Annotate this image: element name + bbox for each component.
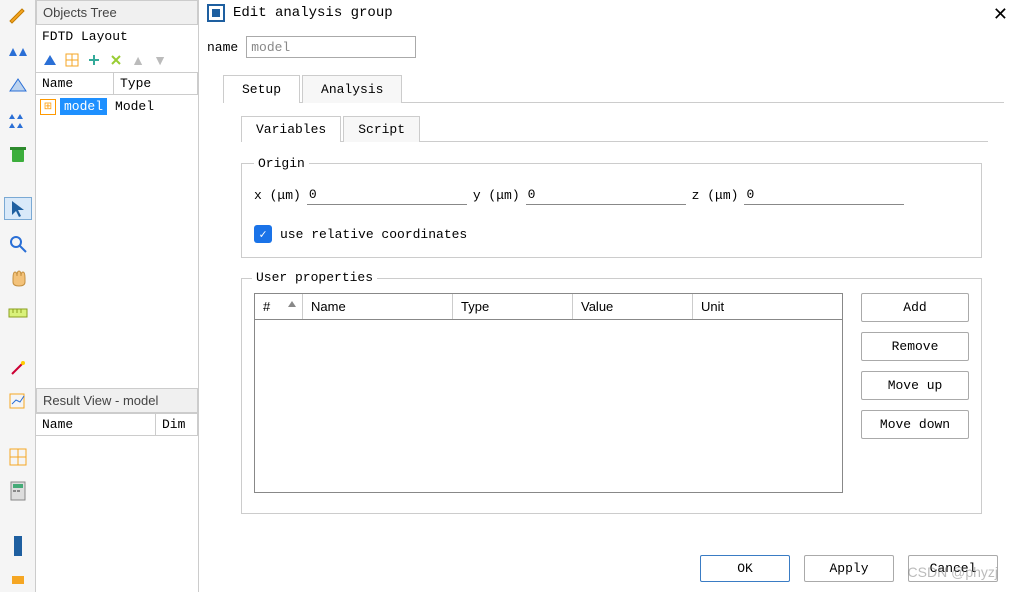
- bar-orange-icon[interactable]: [4, 569, 32, 592]
- tree-node-name: model: [60, 98, 107, 115]
- x-label: x (μm): [254, 188, 301, 203]
- zoom-icon[interactable]: [4, 232, 32, 255]
- x-input[interactable]: [307, 185, 467, 205]
- relative-coords-label: use relative coordinates: [280, 227, 467, 242]
- grid-orange-icon[interactable]: [4, 445, 32, 468]
- name-label: name: [207, 40, 238, 55]
- inner-tabs: Variables Script: [241, 115, 988, 142]
- ok-button[interactable]: OK: [700, 555, 790, 582]
- tab-setup[interactable]: Setup: [223, 75, 300, 103]
- userprops-buttons: Add Remove Move up Move down: [861, 293, 969, 493]
- wand-icon[interactable]: [4, 356, 32, 379]
- hand-icon[interactable]: [4, 267, 32, 290]
- tree-node-type: Model: [115, 99, 154, 114]
- z-input[interactable]: [744, 185, 904, 205]
- col-unit[interactable]: Unit: [693, 294, 842, 319]
- tab-variables[interactable]: Variables: [241, 116, 341, 142]
- dialog-icon: [207, 4, 225, 22]
- result-col-dim[interactable]: Dim: [156, 414, 198, 435]
- relative-coords-checkbox[interactable]: ✓: [254, 225, 272, 243]
- name-input[interactable]: [246, 36, 416, 58]
- result-view-title: Result View - model: [36, 388, 198, 413]
- tab-script[interactable]: Script: [343, 116, 420, 142]
- tree-col-type[interactable]: Type: [114, 73, 198, 94]
- mini-down-icon[interactable]: ▼: [150, 50, 170, 70]
- dialog-title-text: Edit analysis group: [233, 5, 393, 21]
- y-label: y (μm): [473, 188, 520, 203]
- pencil-icon[interactable]: [4, 4, 32, 27]
- objects-tree-title: Objects Tree: [36, 0, 198, 25]
- y-input[interactable]: [526, 185, 686, 205]
- chart-pencil-icon[interactable]: [4, 391, 32, 414]
- tree-col-name[interactable]: Name: [36, 73, 114, 94]
- fdtd-layout-label: FDTD Layout: [36, 25, 198, 48]
- add-button[interactable]: Add: [861, 293, 969, 322]
- bar-blue-icon[interactable]: [4, 534, 32, 557]
- left-panel: Objects Tree FDTD Layout ▲ ▼ Name Type ⊞…: [36, 0, 198, 592]
- tree-row-model[interactable]: ⊞ model Model: [36, 95, 198, 118]
- close-icon[interactable]: ✕: [993, 4, 1008, 25]
- main-tabs: Setup Analysis: [223, 74, 1004, 103]
- moveup-button[interactable]: Move up: [861, 371, 969, 400]
- apply-button[interactable]: Apply: [804, 555, 894, 582]
- origin-legend: Origin: [254, 156, 309, 171]
- col-type[interactable]: Type: [453, 294, 573, 319]
- trash-icon[interactable]: [4, 143, 32, 166]
- edit-analysis-dialog: Edit analysis group ✕ name Setup Analysi…: [198, 0, 1018, 592]
- tab-analysis[interactable]: Analysis: [302, 75, 402, 103]
- movedown-button[interactable]: Move down: [861, 410, 969, 439]
- mini-grid-icon[interactable]: [62, 50, 82, 70]
- mini-up-icon[interactable]: ▲: [128, 50, 148, 70]
- z-label: z (μm): [692, 188, 739, 203]
- tree-header: Name Type: [36, 72, 198, 95]
- col-name[interactable]: Name: [303, 294, 453, 319]
- cancel-button[interactable]: Cancel: [908, 555, 998, 582]
- triangle-light-icon[interactable]: [4, 74, 32, 97]
- result-col-name[interactable]: Name: [36, 414, 156, 435]
- left-toolbar: [0, 0, 36, 592]
- userprops-table[interactable]: # Name Type Value Unit: [254, 293, 843, 493]
- mini-cross-icon[interactable]: [106, 50, 126, 70]
- col-num[interactable]: #: [255, 294, 303, 319]
- mini-expand-icon[interactable]: [84, 50, 104, 70]
- user-properties-fieldset: User properties # Name Type Value Unit A…: [241, 278, 982, 514]
- dialog-titlebar: Edit analysis group: [199, 0, 1018, 26]
- userprops-legend: User properties: [252, 270, 377, 285]
- triangles-grid-icon[interactable]: [4, 108, 32, 131]
- result-header: Name Dim: [36, 413, 198, 436]
- ruler-icon[interactable]: [4, 302, 32, 325]
- remove-button[interactable]: Remove: [861, 332, 969, 361]
- triangles-icon[interactable]: [4, 39, 32, 62]
- col-value[interactable]: Value: [573, 294, 693, 319]
- model-node-icon: ⊞: [40, 99, 56, 115]
- calculator-icon[interactable]: [4, 480, 32, 503]
- origin-fieldset: Origin x (μm) y (μm) z (μm) ✓ use relati…: [241, 156, 982, 258]
- dialog-bottom-buttons: OK Apply Cancel: [700, 555, 998, 582]
- mini-triangle-icon[interactable]: [40, 50, 60, 70]
- objects-mini-toolbar: ▲ ▼: [36, 48, 198, 72]
- cursor-icon[interactable]: [4, 197, 32, 220]
